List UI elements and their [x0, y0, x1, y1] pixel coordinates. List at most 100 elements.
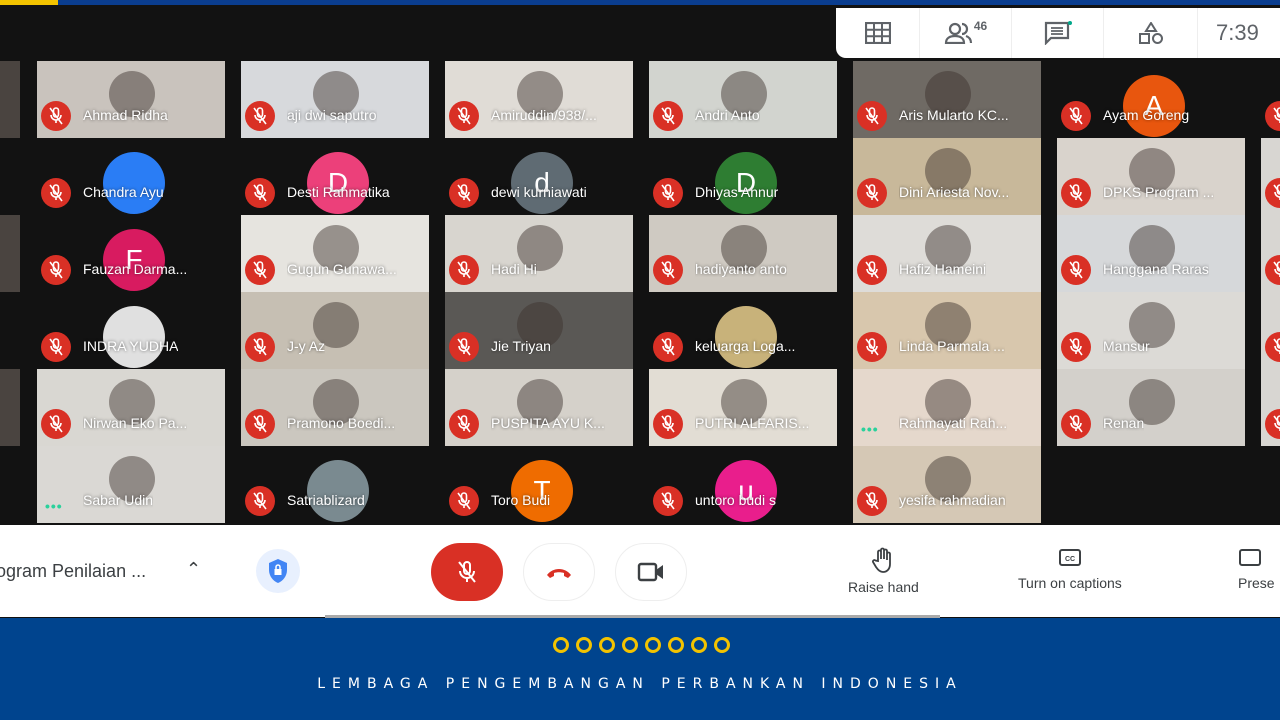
mic-off-icon [1069, 107, 1083, 125]
participant-tile-partial[interactable] [1261, 292, 1280, 369]
participant-tile[interactable]: Renan [1057, 369, 1245, 446]
participant-name: Hadi Hi [491, 261, 537, 277]
chevron-up-icon[interactable]: ⌃ [186, 559, 201, 580]
captions-button[interactable]: CC Turn on captions [1018, 547, 1122, 591]
video-grid: n... ni Ahmad Ridha aji dwi saputro Amiruddi… [0, 5, 1280, 525]
participant-tile-partial[interactable]: ni [0, 292, 20, 369]
participant-tile-partial[interactable] [1261, 138, 1280, 215]
participant-name: DPKS Program ... [1103, 184, 1215, 200]
participant-tile-partial[interactable] [0, 446, 20, 523]
participant-tile[interactable]: ••• Sabar Udin [37, 446, 225, 523]
participant-tile-partial[interactable] [1261, 61, 1280, 138]
participant-tile-partial[interactable] [1261, 215, 1280, 292]
participant-tile[interactable]: Gugun Gunawa... [241, 215, 429, 292]
muted-indicator [1061, 409, 1091, 439]
participant-tile[interactable]: D Dhiyas Annur [649, 138, 837, 215]
decorative-rings [553, 637, 730, 653]
mic-off-icon [49, 338, 63, 356]
mic-off-icon [865, 184, 879, 202]
participant-name: Pramono Boedi... [287, 415, 396, 431]
chat-button[interactable] [1012, 8, 1104, 58]
participant-tile[interactable]: J-y Az [241, 292, 429, 369]
participant-tile[interactable]: Pramono Boedi... [241, 369, 429, 446]
participant-tile-partial[interactable]: n... [0, 138, 20, 215]
microphone-toggle-button[interactable] [431, 543, 503, 601]
raise-hand-button[interactable]: Raise hand [848, 547, 919, 595]
participant-name: Aris Mularto KC... [899, 107, 1009, 123]
participant-tile-partial[interactable] [0, 61, 20, 138]
participant-tile[interactable]: yesifa rahmadian [853, 446, 1041, 523]
mic-off-icon [661, 415, 675, 433]
participant-tile[interactable]: INDRA YUDHA [37, 292, 225, 369]
ring-icon [714, 637, 730, 653]
participant-tile[interactable]: Chandra Ayu [37, 138, 225, 215]
participant-name: Hanggana Raras [1103, 261, 1209, 277]
activities-button[interactable] [1104, 8, 1198, 58]
ring-icon [576, 637, 592, 653]
participant-tile-partial[interactable] [1261, 369, 1280, 446]
participant-tile[interactable]: D Desti Rahmatika [241, 138, 429, 215]
muted-indicator [1061, 332, 1091, 362]
avatar: D [307, 152, 369, 214]
mic-off-icon [457, 338, 471, 356]
participant-name: yesifa rahmadian [899, 492, 1006, 508]
participant-tile[interactable]: Satriablizard [241, 446, 429, 523]
meeting-name[interactable]: ogram Penilaian ... [0, 561, 146, 582]
participant-tile[interactable]: ••• Rahmayati Rah... [853, 369, 1041, 446]
participant-tile[interactable]: A Ayam Goreng [1057, 61, 1245, 138]
participant-tile[interactable]: keluarga Loga... [649, 292, 837, 369]
participant-tile[interactable]: Andri Anto [649, 61, 837, 138]
mic-off-icon [1273, 338, 1280, 354]
participant-tile[interactable]: Hadi Hi [445, 215, 633, 292]
participant-name: untoro budi s [695, 492, 776, 508]
organization-name: LEMBAGA PENGEMBANGAN PERBANKAN INDONESIA [317, 676, 963, 692]
participant-name: Gugun Gunawa... [287, 261, 397, 277]
participant-tile[interactable]: Aris Mularto KC... [853, 61, 1041, 138]
grid-view-button[interactable] [836, 8, 920, 58]
mic-off-icon [1069, 261, 1083, 279]
avatar: F [103, 229, 165, 291]
participant-tile[interactable]: T Toro Budi [445, 446, 633, 523]
participant-tile[interactable]: Linda Parmala ... [853, 292, 1041, 369]
participant-tile[interactable]: Amiruddin/938/... [445, 61, 633, 138]
leave-call-button[interactable] [523, 543, 595, 601]
participant-name: Chandra Ayu [83, 184, 164, 200]
participant-name: Dini Ariesta Nov... [899, 184, 1010, 200]
participant-tile[interactable]: u untoro budi s [649, 446, 837, 523]
participant-tile[interactable]: F Fauzan Darma... [37, 215, 225, 292]
participant-tile[interactable]: Hafiz Hameini [853, 215, 1041, 292]
participant-name: Renan [1103, 415, 1145, 431]
muted-indicator [41, 255, 71, 285]
participant-tile[interactable]: DPKS Program ... [1057, 138, 1245, 215]
participant-tile[interactable]: Nirwan Eko Pa... [37, 369, 225, 446]
participant-name: Amiruddin/938/... [491, 107, 597, 123]
participant-tile[interactable]: Jie Triyan [445, 292, 633, 369]
muted-indicator [653, 101, 683, 131]
participant-tile[interactable]: d dewi kurniawati [445, 138, 633, 215]
camera-toggle-button[interactable] [615, 543, 687, 601]
mic-off-icon [865, 492, 879, 510]
participant-tile[interactable]: hadiyanto anto [649, 215, 837, 292]
muted-indicator [857, 332, 887, 362]
host-controls-button[interactable] [256, 549, 300, 593]
participants-button[interactable]: 46 [920, 8, 1012, 58]
hang-up-icon [547, 569, 571, 578]
muted-indicator [41, 178, 71, 208]
participant-tile[interactable]: PUTRI ALFARIS... [649, 369, 837, 446]
chat-icon [1044, 21, 1072, 45]
mic-off-icon [457, 107, 471, 125]
participant-tile-partial[interactable] [0, 215, 20, 292]
participant-tile[interactable]: Dini Ariesta Nov... [853, 138, 1041, 215]
participant-tile-partial[interactable] [0, 369, 20, 446]
participant-tile[interactable]: aji dwi saputro [241, 61, 429, 138]
slide-footer: LEMBAGA PENGEMBANGAN PERBANKAN INDONESIA [0, 618, 1280, 720]
mic-off-icon [1273, 261, 1280, 277]
present-button[interactable]: Prese [1238, 547, 1275, 591]
participant-tile[interactable]: Hanggana Raras [1057, 215, 1245, 292]
participant-tile[interactable]: PUSPITA AYU K... [445, 369, 633, 446]
participant-tile[interactable]: Ahmad Ridha [37, 61, 225, 138]
muted-indicator [449, 101, 479, 131]
mic-off-icon [865, 261, 879, 279]
participant-tile[interactable]: Mansur [1057, 292, 1245, 369]
hand-icon [872, 547, 892, 573]
